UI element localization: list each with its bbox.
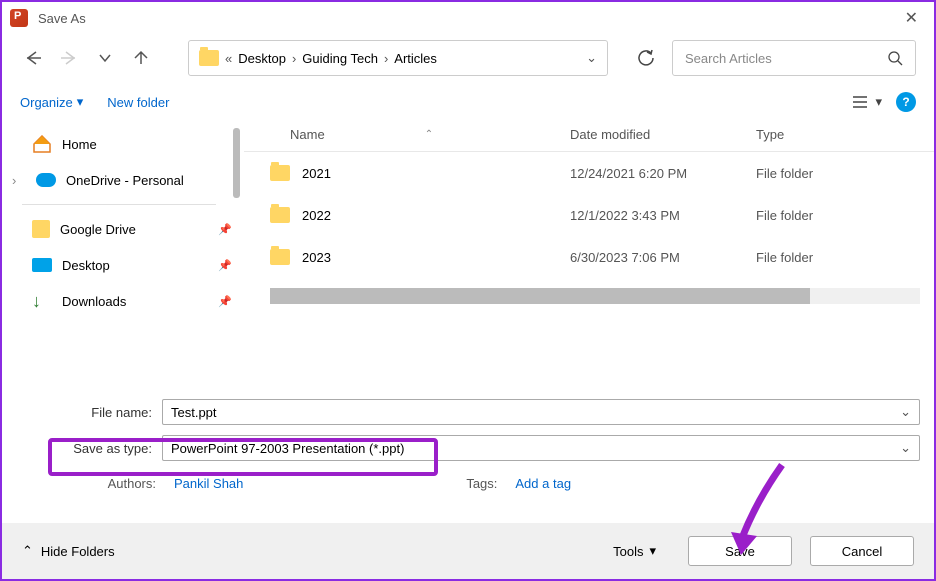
sidebar-item-gdrive[interactable]: Google Drive 📌	[2, 211, 244, 247]
column-name[interactable]: Name	[290, 127, 325, 142]
breadcrumb-guidingtech[interactable]: Guiding Tech	[302, 51, 378, 66]
savetype-label: Save as type:	[12, 441, 162, 456]
chevron-down-icon[interactable]: ⌄	[900, 440, 911, 456]
forward-button[interactable]	[56, 45, 82, 71]
breadcrumb-articles[interactable]: Articles	[394, 51, 437, 66]
search-icon	[887, 50, 903, 66]
chevron-down-icon[interactable]: ⌄	[900, 404, 911, 420]
folder-icon	[32, 220, 50, 238]
tags-value[interactable]: Add a tag	[515, 476, 571, 491]
view-options-button[interactable]: ▾	[853, 94, 882, 110]
divider	[22, 204, 216, 205]
pin-icon: 📌	[218, 295, 232, 308]
filename-label: File name:	[12, 405, 162, 420]
close-icon[interactable]: ✕	[897, 8, 926, 28]
file-row[interactable]: 2023 6/30/2023 7:06 PM File folder	[244, 236, 934, 278]
save-button[interactable]: Save	[688, 536, 792, 566]
up-button[interactable]	[128, 45, 154, 71]
sidebar-item-downloads[interactable]: ↓ Downloads 📌	[2, 283, 244, 319]
search-input[interactable]: Search Articles	[672, 40, 916, 76]
window-title: Save As	[38, 11, 897, 26]
horizontal-scrollbar[interactable]	[270, 288, 920, 304]
column-type[interactable]: Type	[756, 127, 934, 142]
breadcrumb-desktop[interactable]: Desktop	[238, 51, 286, 66]
navigation-pane: Home › OneDrive - Personal Google Drive …	[2, 118, 244, 386]
tools-dropdown[interactable]: Tools ▾	[613, 543, 656, 559]
folder-icon	[270, 249, 290, 265]
savetype-dropdown[interactable]: PowerPoint 97-2003 Presentation (*.ppt) …	[162, 435, 920, 461]
new-folder-button[interactable]: New folder	[107, 95, 169, 110]
sidebar-item-home[interactable]: Home	[2, 126, 244, 162]
chevron-down-icon: ▾	[649, 543, 656, 559]
expand-icon[interactable]: ›	[12, 173, 26, 188]
recent-locations-button[interactable]	[92, 45, 118, 71]
column-headers: Name ⌃ Date modified Type	[244, 118, 934, 152]
filename-input[interactable]: Test.ppt ⌄	[162, 399, 920, 425]
pin-icon: 📌	[218, 259, 232, 272]
chevron-down-icon: ▾	[875, 94, 882, 110]
refresh-button[interactable]	[630, 42, 662, 74]
chevron-down-icon: ▾	[77, 94, 84, 110]
footer: ⌃ Hide Folders Tools ▾ Save Cancel	[2, 523, 934, 579]
file-list: Name ⌃ Date modified Type 2021 12/24/202…	[244, 118, 934, 386]
cloud-icon	[36, 173, 56, 187]
folder-icon	[270, 165, 290, 181]
file-row[interactable]: 2022 12/1/2022 3:43 PM File folder	[244, 194, 934, 236]
cancel-button[interactable]: Cancel	[810, 536, 914, 566]
sort-indicator-icon: ⌃	[425, 129, 433, 140]
back-button[interactable]	[20, 45, 46, 71]
download-icon: ↓	[32, 291, 52, 312]
pin-icon: 📌	[218, 223, 232, 236]
sidebar-item-onedrive[interactable]: › OneDrive - Personal	[2, 162, 244, 198]
hide-folders-button[interactable]: ⌃ Hide Folders	[22, 543, 115, 559]
folder-icon	[270, 207, 290, 223]
save-form: File name: Test.ppt ⌄ Save as type: Powe…	[2, 386, 934, 499]
main-area: Home › OneDrive - Personal Google Drive …	[2, 118, 934, 386]
breadcrumb-prefix: «	[225, 51, 232, 66]
sidebar-item-desktop[interactable]: Desktop 📌	[2, 247, 244, 283]
authors-label: Authors:	[98, 476, 156, 491]
desktop-icon	[32, 258, 52, 272]
organize-button[interactable]: Organize ▾	[20, 94, 83, 110]
tags-label: Tags:	[439, 476, 497, 491]
search-placeholder: Search Articles	[685, 51, 772, 66]
sidebar-scrollbar[interactable]	[233, 128, 240, 198]
chevron-right-icon: ›	[292, 51, 296, 66]
column-date[interactable]: Date modified	[570, 127, 756, 142]
chevron-right-icon: ›	[384, 51, 388, 66]
help-icon[interactable]: ?	[896, 92, 916, 112]
powerpoint-icon	[10, 9, 28, 27]
chevron-up-icon: ⌃	[22, 543, 33, 559]
toolbar: Organize ▾ New folder ▾ ?	[2, 82, 934, 118]
chevron-down-icon[interactable]: ⌄	[586, 50, 597, 66]
titlebar: Save As ✕	[2, 2, 934, 34]
authors-value[interactable]: Pankil Shah	[174, 476, 243, 491]
nav-bar: « Desktop › Guiding Tech › Articles ⌄ Se…	[2, 34, 934, 82]
address-bar[interactable]: « Desktop › Guiding Tech › Articles ⌄	[188, 40, 608, 76]
folder-icon	[199, 50, 219, 66]
file-row[interactable]: 2021 12/24/2021 6:20 PM File folder	[244, 152, 934, 194]
